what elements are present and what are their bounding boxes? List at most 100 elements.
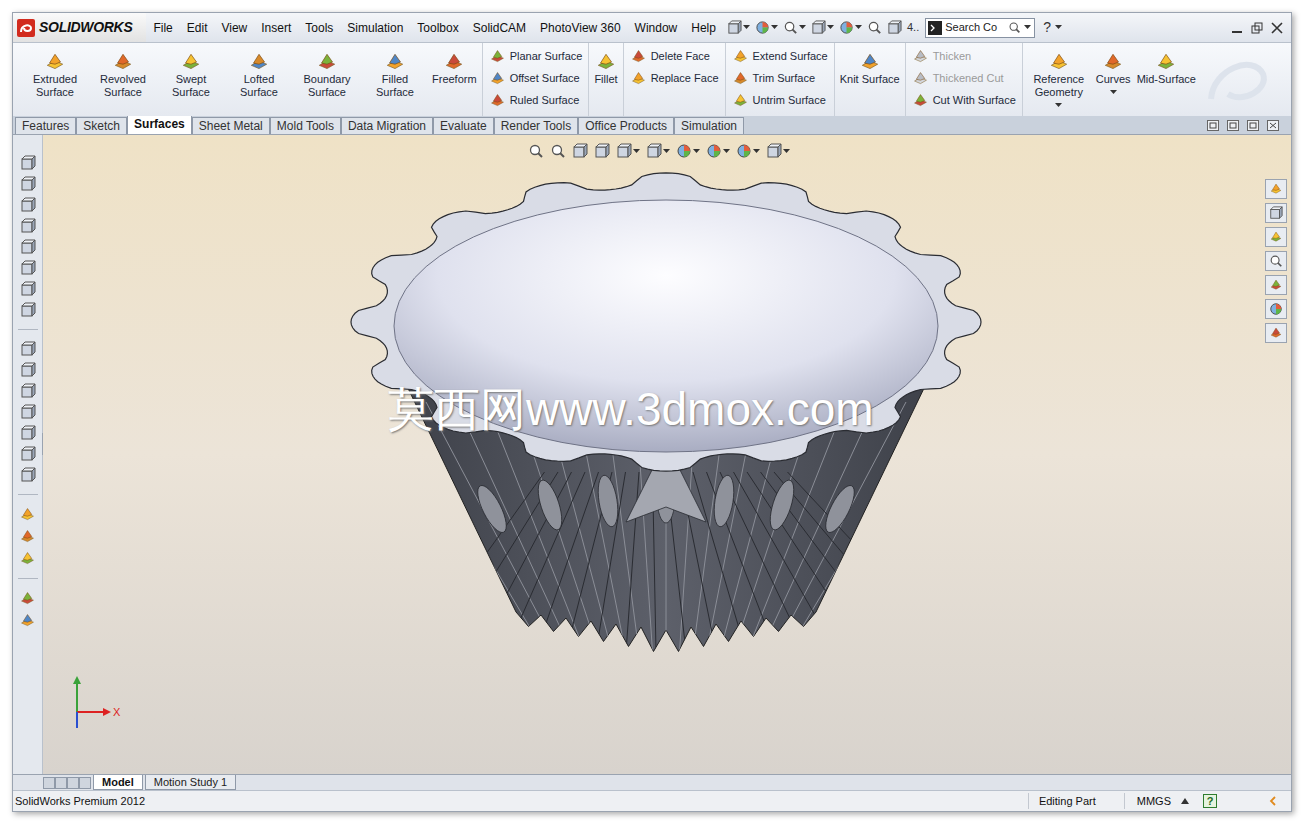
units[interactable]: MMGS <box>1124 793 1171 810</box>
menu-item[interactable]: File <box>146 19 179 37</box>
menu-item[interactable]: SolidCAM <box>466 19 533 37</box>
heads-up-caret-icon[interactable] <box>723 149 730 154</box>
menu-item[interactable]: Window <box>628 19 685 37</box>
quick-tool[interactable] <box>839 20 862 35</box>
heads-up-caret-icon[interactable] <box>753 149 760 154</box>
command-tab[interactable]: Simulation <box>674 117 744 134</box>
dropdown-caret-icon[interactable] <box>1110 90 1117 95</box>
task-pane-tab[interactable] <box>1265 203 1287 223</box>
quick-tool[interactable] <box>887 20 902 35</box>
command-tab[interactable]: Surfaces <box>127 115 192 134</box>
command-button[interactable]: Reference Geometry <box>1025 43 1093 108</box>
command-tab[interactable]: Sketch <box>76 117 127 134</box>
command-button[interactable]: Freeform <box>429 43 480 86</box>
search-caret-icon[interactable] <box>1024 25 1031 30</box>
collapse-arrow-icon[interactable] <box>1269 796 1277 806</box>
graphics-viewport[interactable]: 莫西网www.3dmox.comX <box>43 135 1291 774</box>
app-logo[interactable]: SOLIDWORKS <box>13 13 146 42</box>
command-button[interactable]: Offset Surface <box>489 67 583 89</box>
dropdown-caret-icon[interactable] <box>1055 103 1062 108</box>
search-box[interactable]: Search Co <box>925 18 1035 38</box>
quick-tool-caret-icon[interactable] <box>743 25 750 30</box>
minimize-icon[interactable] <box>1231 22 1243 34</box>
command-button[interactable]: Trim Surface <box>732 67 828 89</box>
command-button[interactable]: Fillet <box>591 43 620 86</box>
command-tab[interactable]: Data Migration <box>341 117 433 134</box>
quick-tool[interactable] <box>755 20 778 35</box>
heads-up-tool[interactable] <box>766 143 790 159</box>
command-button[interactable]: Ruled Surface <box>489 89 583 111</box>
quick-tool-caret-icon[interactable] <box>799 25 806 30</box>
command-button[interactable]: Delete Face <box>630 45 719 67</box>
heads-up-tool[interactable] <box>676 143 700 159</box>
command-button[interactable]: Untrim Surface <box>732 89 828 111</box>
command-tab[interactable]: Features <box>15 117 76 134</box>
help-button[interactable]: ? <box>1043 17 1051 38</box>
heads-up-tool[interactable] <box>706 143 730 159</box>
task-pane-tab[interactable] <box>1265 227 1287 247</box>
units-menu-icon[interactable] <box>1181 798 1189 804</box>
command-button[interactable]: Knit Surface <box>837 43 903 86</box>
viewport-control-icon[interactable] <box>1247 120 1259 131</box>
command-button[interactable]: Lofted Surface <box>225 43 293 99</box>
task-pane-tab[interactable] <box>1265 251 1287 271</box>
help-caret-icon[interactable] <box>1055 25 1062 30</box>
command-button[interactable]: Boundary Surface <box>293 43 361 99</box>
status-help[interactable]: ? <box>1203 794 1217 808</box>
tab-nav-button[interactable] <box>43 777 55 789</box>
command-button[interactable]: Mid-Surface <box>1134 43 1199 86</box>
command-button[interactable]: Planar Surface <box>489 45 583 67</box>
menu-item[interactable]: Insert <box>254 19 298 37</box>
command-tab[interactable]: Office Products <box>578 117 674 134</box>
tab-nav-button[interactable] <box>79 777 91 789</box>
menu-item[interactable]: Tools <box>298 19 340 37</box>
quick-tool-caret-icon[interactable] <box>855 25 862 30</box>
tab-nav-button[interactable] <box>67 777 79 789</box>
toolbar-more[interactable]: 4.. <box>907 19 919 36</box>
viewport-control-icon[interactable] <box>1267 120 1279 131</box>
viewport-control-icon[interactable] <box>1207 120 1219 131</box>
menu-item[interactable]: Simulation <box>340 19 410 37</box>
heads-up-tool[interactable] <box>572 143 588 159</box>
viewport-control-icon[interactable] <box>1227 120 1239 131</box>
heads-up-caret-icon[interactable] <box>693 149 700 154</box>
command-button[interactable]: Cut With Surface <box>912 89 1016 111</box>
command-button[interactable]: Swept Surface <box>157 43 225 99</box>
close-icon[interactable] <box>1271 22 1283 34</box>
quick-tool-caret-icon[interactable] <box>771 25 778 30</box>
model-tab[interactable]: Model <box>93 775 143 790</box>
quick-tool[interactable] <box>783 20 806 35</box>
task-pane-tab[interactable] <box>1265 179 1287 199</box>
task-pane-tab[interactable] <box>1265 299 1287 319</box>
heads-up-caret-icon[interactable] <box>663 149 670 154</box>
heads-up-caret-icon[interactable] <box>633 149 640 154</box>
quick-tool[interactable] <box>867 20 882 35</box>
heads-up-tool[interactable] <box>528 143 544 159</box>
menu-item[interactable]: View <box>214 19 254 37</box>
model-tab[interactable]: Motion Study 1 <box>145 775 236 790</box>
command-button[interactable]: Curves <box>1093 43 1134 95</box>
command-button[interactable]: Revolved Surface <box>89 43 157 99</box>
heads-up-caret-icon[interactable] <box>783 149 790 154</box>
menu-item[interactable]: Edit <box>180 19 215 37</box>
command-tab[interactable]: Evaluate <box>433 117 494 134</box>
menu-item[interactable]: Help <box>684 19 723 37</box>
command-tab[interactable]: Mold Tools <box>270 117 341 134</box>
command-button[interactable]: Extruded Surface <box>21 43 89 99</box>
menu-item[interactable]: PhotoView 360 <box>533 19 628 37</box>
task-pane-tab[interactable] <box>1265 275 1287 295</box>
heads-up-tool[interactable] <box>550 143 566 159</box>
quick-tool[interactable] <box>811 20 834 35</box>
command-tab[interactable]: Sheet Metal <box>192 117 270 134</box>
menu-item[interactable]: Toolbox <box>410 19 465 37</box>
command-button[interactable]: Extend Surface <box>732 45 828 67</box>
heads-up-tool[interactable] <box>594 143 610 159</box>
command-tab[interactable]: Render Tools <box>494 117 579 134</box>
command-button[interactable]: Filled Surface <box>361 43 429 99</box>
tab-nav-button[interactable] <box>55 777 67 789</box>
heads-up-tool[interactable] <box>616 143 640 159</box>
quick-tool[interactable] <box>727 20 750 35</box>
restore-icon[interactable] <box>1251 22 1263 34</box>
heads-up-tool[interactable] <box>646 143 670 159</box>
quick-tool-caret-icon[interactable] <box>827 25 834 30</box>
